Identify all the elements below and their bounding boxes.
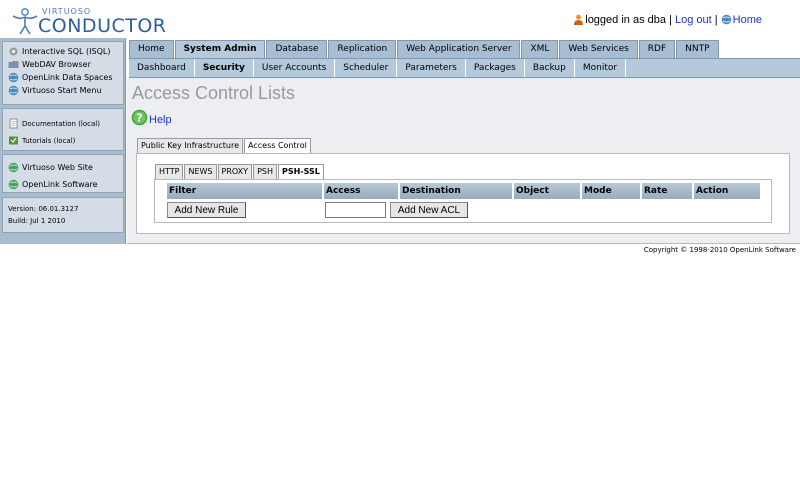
tab-home[interactable]: Home bbox=[129, 40, 174, 58]
sidebar-item-label: OpenLink Data Spaces bbox=[22, 73, 113, 82]
tab-news[interactable]: NEWS bbox=[184, 164, 217, 179]
sidebar-item-openlink[interactable]: OpenLink Software bbox=[3, 176, 123, 193]
tab-database[interactable]: Database bbox=[266, 40, 328, 58]
sidebar-item-documentation[interactable]: Documentation (local) bbox=[3, 115, 123, 132]
sidebar-docs-group: Documentation (local) Tutorials (local) bbox=[2, 108, 124, 151]
sidebar-item-virtuoso-site[interactable]: Virtuoso Web Site bbox=[3, 159, 123, 176]
sidebar-item-webdav[interactable]: WebDAV Browser bbox=[3, 58, 123, 71]
sidebar-links-group: Virtuoso Web Site OpenLink Software bbox=[2, 154, 124, 193]
home-link[interactable]: Home bbox=[733, 14, 762, 26]
sidebar-item-label: Documentation (local) bbox=[22, 119, 100, 128]
column-mode: Mode bbox=[582, 183, 642, 199]
sub-nav: Dashboard Security User Accounts Schedul… bbox=[129, 59, 627, 77]
sidebar-item-label: Virtuoso Web Site bbox=[22, 163, 93, 172]
tab-psh[interactable]: PSH bbox=[253, 164, 277, 179]
access-input[interactable] bbox=[325, 202, 386, 218]
help-label: Help bbox=[149, 114, 172, 126]
folder-icon bbox=[8, 61, 19, 68]
acl-table-header: Filter Access Destination Object Mode Ra… bbox=[167, 183, 760, 199]
tutorial-icon bbox=[9, 136, 18, 145]
user-bar: logged in as dba | Log out | Home bbox=[573, 14, 762, 26]
globe-icon bbox=[8, 85, 19, 96]
tab-web-services[interactable]: Web Services bbox=[559, 40, 638, 58]
globe-icon bbox=[8, 72, 19, 83]
help-icon: ? bbox=[131, 109, 148, 126]
column-destination: Destination bbox=[400, 183, 514, 199]
subtab-user-accounts[interactable]: User Accounts bbox=[254, 59, 336, 77]
tab-public-key-infrastructure[interactable]: Public Key Infrastructure bbox=[137, 138, 244, 154]
sidebar-item-ods[interactable]: OpenLink Data Spaces bbox=[3, 71, 123, 84]
column-filter: Filter bbox=[167, 183, 324, 199]
gear-icon bbox=[9, 47, 18, 56]
globe-icon bbox=[8, 179, 19, 190]
tab-nntp[interactable]: NNTP bbox=[676, 40, 719, 58]
globe-icon bbox=[8, 162, 19, 173]
build-text: Build: Jul 1 2010 bbox=[8, 217, 66, 225]
sidebar-item-label: Interactive SQL (ISQL) bbox=[22, 47, 111, 56]
sidebar-item-label: Tutorials (local) bbox=[22, 136, 76, 145]
subtab-packages[interactable]: Packages bbox=[466, 59, 525, 77]
sidebar-tools-group: Interactive SQL (ISQL) WebDAV Browser Op… bbox=[2, 41, 124, 105]
left-sidebar: Interactive SQL (ISQL) WebDAV Browser Op… bbox=[0, 38, 126, 244]
header: VIRTUOSO CONDUCTOR logged in as dba | Lo… bbox=[0, 0, 800, 38]
copyright-text: Copyright © 1998-2010 OpenLink Software bbox=[643, 246, 796, 254]
logo-figure-icon bbox=[12, 8, 38, 35]
tab-web-application-server[interactable]: Web Application Server bbox=[397, 40, 521, 58]
home-globe-icon bbox=[721, 14, 731, 25]
page-title: Access Control Lists bbox=[132, 83, 296, 103]
version-text: Version: 06.01.3127 bbox=[8, 205, 79, 213]
subtab-dashboard[interactable]: Dashboard bbox=[129, 59, 195, 77]
subtab-security[interactable]: Security bbox=[195, 59, 254, 77]
header-separator: | bbox=[714, 14, 718, 26]
help-link[interactable]: ? Help bbox=[131, 109, 172, 126]
svg-text:?: ? bbox=[136, 112, 142, 125]
user-icon bbox=[574, 14, 584, 25]
column-access: Access bbox=[324, 183, 400, 199]
add-new-acl-button[interactable]: Add New ACL bbox=[390, 202, 468, 218]
tab-replication[interactable]: Replication bbox=[328, 40, 397, 58]
column-action: Action bbox=[694, 183, 760, 199]
tab-xml[interactable]: XML bbox=[521, 40, 559, 58]
column-rate: Rate bbox=[642, 183, 694, 199]
subtab-backup[interactable]: Backup bbox=[525, 59, 575, 77]
subtab-scheduler[interactable]: Scheduler bbox=[335, 59, 398, 77]
sidebar-version-box: Version: 06.01.3127 Build: Jul 1 2010 bbox=[2, 197, 124, 233]
sidebar-item-tutorials[interactable]: Tutorials (local) bbox=[3, 132, 123, 149]
sidebar-item-start-menu[interactable]: Virtuoso Start Menu bbox=[3, 84, 123, 97]
tab-proxy[interactable]: PROXY bbox=[217, 164, 253, 179]
sidebar-item-isql[interactable]: Interactive SQL (ISQL) bbox=[3, 45, 123, 58]
sidebar-item-label: WebDAV Browser bbox=[22, 60, 91, 69]
sidebar-item-label: Virtuoso Start Menu bbox=[22, 86, 102, 95]
tab-http[interactable]: HTTP bbox=[155, 164, 184, 179]
tab-rdf[interactable]: RDF bbox=[638, 40, 676, 58]
subtab-parameters[interactable]: Parameters bbox=[397, 59, 466, 77]
footer-divider bbox=[127, 243, 800, 244]
logged-in-text: logged in as dba | bbox=[585, 14, 672, 26]
sidebar-item-label: OpenLink Software bbox=[22, 180, 98, 189]
main-nav: Home System Admin Database Replication W… bbox=[129, 40, 720, 58]
subtab-monitor[interactable]: Monitor bbox=[575, 59, 627, 77]
protocol-tabs: HTTP NEWS PROXY PSH PSH-SSL bbox=[155, 164, 325, 180]
logo-big-text: CONDUCTOR bbox=[38, 15, 167, 37]
add-new-rule-button[interactable]: Add New Rule bbox=[167, 202, 246, 218]
column-object: Object bbox=[514, 183, 582, 199]
outer-tabs: Public Key Infrastructure Access Control bbox=[137, 138, 312, 155]
document-icon bbox=[9, 118, 18, 129]
virtuoso-conductor-logo[interactable]: VIRTUOSO CONDUCTOR bbox=[8, 4, 166, 37]
tab-psh-ssl[interactable]: PSH-SSL bbox=[277, 164, 324, 180]
logout-link[interactable]: Log out bbox=[675, 14, 712, 26]
tab-system-admin[interactable]: System Admin bbox=[174, 40, 266, 58]
